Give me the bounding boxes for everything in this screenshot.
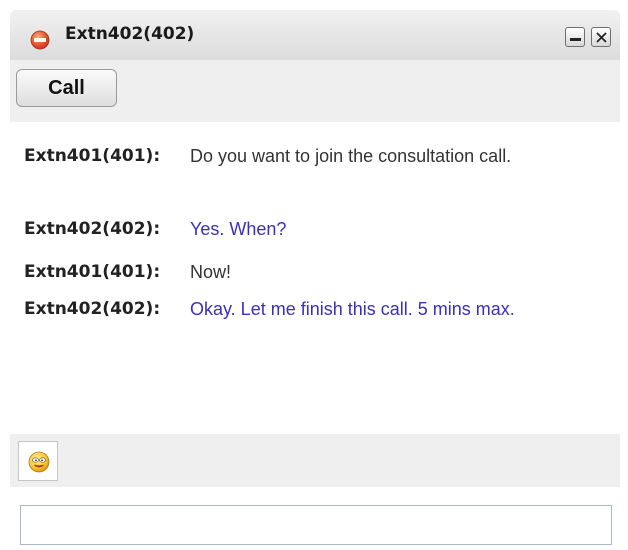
message-item: Extn401(401): Now! (24, 259, 604, 285)
emoji-button[interactable] (18, 441, 58, 481)
message-text: Okay. Let me finish this call. 5 mins ma… (190, 299, 515, 319)
message-sender: Extn401(401): (24, 146, 161, 166)
minimize-icon (570, 38, 581, 41)
message-item: Extn402(402): Okay. Let me finish this c… (24, 296, 604, 322)
close-icon (596, 32, 607, 43)
chat-window: Extn402(402) Call Extn401(401): Do you w… (10, 10, 620, 550)
toolbar: Call (10, 60, 620, 122)
minimize-button[interactable] (565, 27, 585, 47)
title-bar[interactable]: Extn402(402) (10, 10, 620, 61)
message-sender: Extn401(401): (24, 262, 161, 282)
emoji-bar (10, 434, 620, 487)
message-text: Yes. When? (190, 219, 287, 239)
message-item: Extn401(401): Do you want to join the co… (24, 143, 604, 169)
message-item: Extn402(402): Yes. When? (24, 216, 604, 242)
do-not-disturb-icon (30, 30, 50, 50)
smiley-icon (28, 451, 50, 473)
call-button[interactable]: Call (16, 69, 117, 107)
message-sender: Extn402(402): (24, 299, 161, 319)
message-sender: Extn402(402): (24, 219, 161, 239)
message-text: Do you want to join the consultation cal… (190, 146, 512, 166)
input-area (10, 487, 620, 550)
window-title: Extn402(402) (65, 24, 195, 44)
message-list: Extn401(401): Do you want to join the co… (10, 132, 620, 434)
close-button[interactable] (591, 27, 611, 47)
message-text: Now! (190, 262, 232, 282)
message-input[interactable] (20, 505, 612, 545)
